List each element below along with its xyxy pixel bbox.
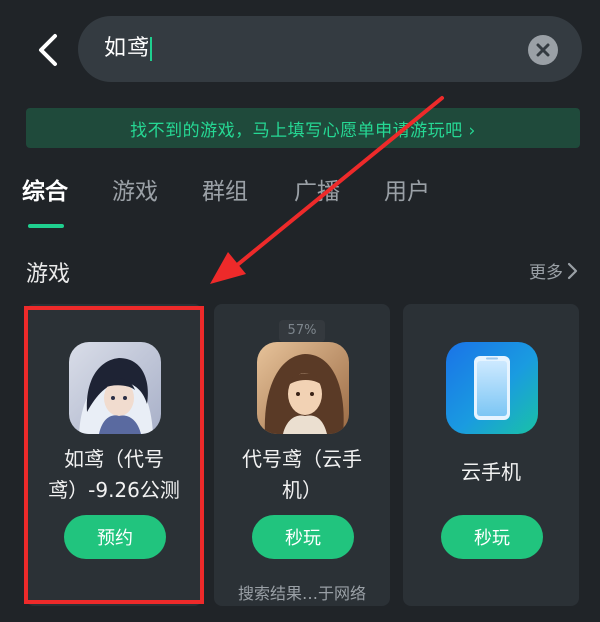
progress-badge: 57% (279, 320, 325, 342)
play-now-button[interactable]: 秒玩 (441, 515, 543, 559)
clear-search-button[interactable] (528, 35, 558, 65)
tab-all[interactable]: 综合 (22, 170, 68, 214)
wishlist-banner[interactable]: 找不到的游戏，马上填写心愿单申请游玩吧 › (26, 108, 580, 148)
search-results-page: 如鸢 找不到的游戏，马上填写心愿单申请游玩吧 › 综合 游戏 群组 广播 用户 … (0, 0, 600, 622)
active-tab-indicator (28, 224, 64, 228)
more-link[interactable]: 更多 (529, 258, 578, 283)
chevron-right-icon (567, 262, 578, 279)
tab-groups[interactable]: 群组 (202, 170, 248, 214)
result-tabs: 综合 游戏 群组 广播 用户 (0, 170, 600, 230)
wishlist-banner-text: 找不到的游戏，马上填写心愿单申请游玩吧 › (130, 120, 476, 141)
back-arrow-icon (39, 34, 57, 66)
game-name: 代号鸢（云手 机） (242, 447, 362, 502)
tab-users[interactable]: 用户 (384, 170, 430, 214)
game-card[interactable]: 57% 代号鸢（云手 机） 秒玩 (214, 304, 390, 606)
section-title: 游戏 (26, 262, 71, 287)
game-icon-portrait (257, 342, 349, 434)
back-button[interactable] (30, 30, 66, 70)
search-input[interactable]: 如鸢 (78, 16, 582, 82)
tab-broadcast[interactable]: 广播 (294, 170, 340, 214)
source-note: 搜索结果…于网络 (237, 584, 366, 603)
game-name: 云手机 (461, 460, 521, 484)
text-caret (150, 37, 152, 61)
tab-games[interactable]: 游戏 (112, 170, 158, 214)
game-card[interactable]: 云手机 秒玩 (403, 304, 579, 606)
clear-icon (536, 43, 550, 57)
search-query-text: 如鸢 (104, 36, 151, 61)
cloud-phone-icon (446, 342, 538, 434)
more-link-label: 更多 (529, 263, 563, 283)
play-now-button[interactable]: 秒玩 (252, 515, 354, 559)
annotation-highlight-box (24, 306, 204, 604)
